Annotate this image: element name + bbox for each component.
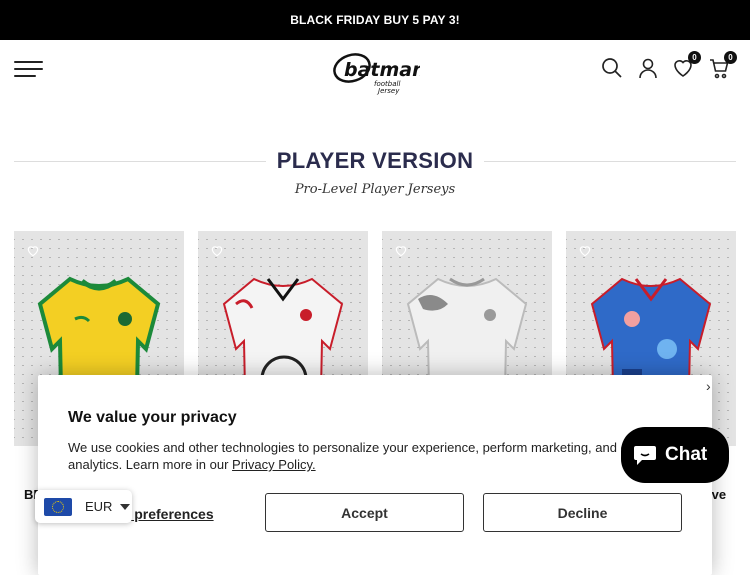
search-icon[interactable] [600, 56, 624, 80]
menu-line-icon [14, 68, 43, 70]
menu-line-icon [14, 61, 43, 63]
chat-label: Chat [665, 444, 708, 465]
menu-line-icon [14, 75, 36, 77]
hamburger-menu-button[interactable] [14, 61, 43, 78]
currency-code: EUR [85, 499, 113, 514]
section-subtitle: Pro-Level Player Jerseys [294, 182, 456, 197]
cart-icon[interactable]: 0 [707, 51, 737, 80]
logo-icon: batman football Jersey [333, 53, 426, 95]
cookie-body-text: We use cookies and other technologies to… [68, 440, 658, 472]
carousel-next-icon[interactable]: › [706, 378, 720, 394]
svg-text:batman: batman [344, 59, 420, 81]
site-logo[interactable]: batman football Jersey [330, 46, 426, 96]
eu-flag-icon [44, 497, 72, 516]
wishlist-heart-icon[interactable] [394, 244, 408, 258]
decline-button[interactable]: Decline [483, 493, 682, 532]
site-header: batman football Jersey 0 0 [0, 40, 750, 102]
announcement-text: BLACK FRIDAY BUY 5 PAY 3! [290, 13, 460, 27]
cart-count-badge: 0 [724, 51, 737, 64]
section-title: PLAYER VERSION [276, 148, 474, 173]
svg-text:Jersey: Jersey [376, 87, 400, 95]
account-icon[interactable] [636, 56, 660, 80]
cookie-consent-banner: We value your privacy We use cookies and… [38, 375, 712, 575]
cookie-body: We use cookies and other technologies to… [68, 439, 688, 473]
wishlist-icon[interactable]: 0 [671, 51, 701, 80]
chat-bubble-icon [633, 444, 657, 466]
privacy-policy-link[interactable]: Privacy Policy. [232, 457, 316, 472]
wishlist-heart-icon[interactable] [578, 244, 592, 258]
wishlist-heart-icon[interactable] [210, 244, 224, 258]
wishlist-count-badge: 0 [688, 51, 701, 64]
chat-button[interactable]: Chat [621, 427, 729, 483]
chevron-down-icon [120, 503, 131, 510]
accept-button[interactable]: Accept [265, 493, 464, 532]
currency-selector[interactable]: EUR [35, 490, 132, 523]
cookie-title: We value your privacy [68, 409, 237, 426]
announcement-bar: BLACK FRIDAY BUY 5 PAY 3! [0, 0, 750, 40]
wishlist-heart-icon[interactable] [26, 244, 40, 258]
